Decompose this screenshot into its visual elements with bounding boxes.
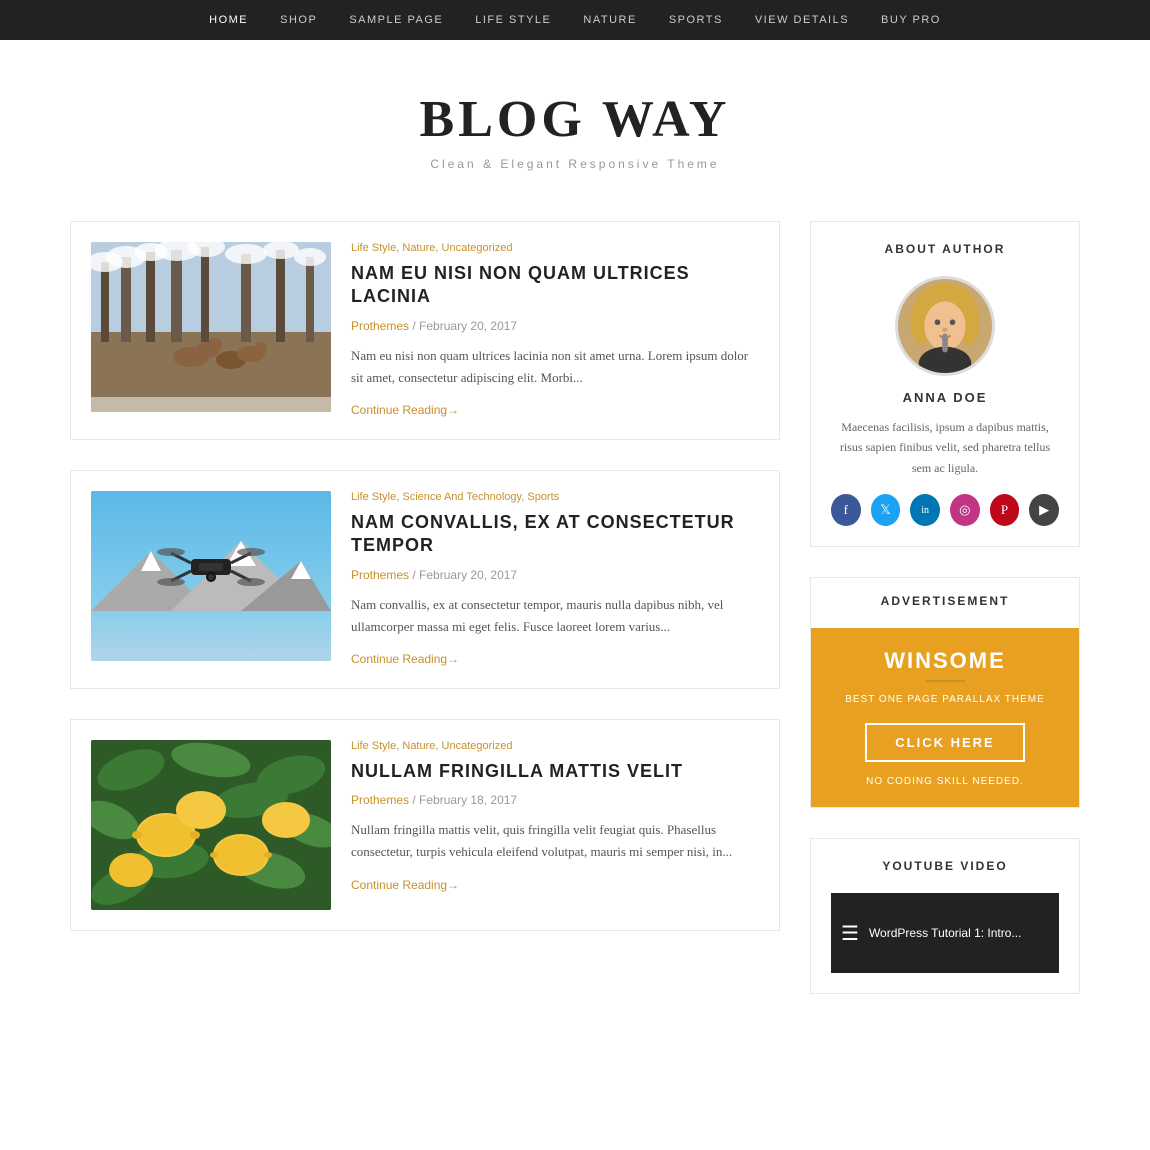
main-navigation: HOME SHOP SAMPLE PAGE LIFE STYLE NATURE … [0,0,1150,40]
sidebar: ABOUT AUTHOR [810,221,1080,1024]
social-icons-group: f 𝕏 in ◎ P ▶ [831,494,1059,526]
advertisement-section: ADVERTISEMENT WINSOME BEST ONE PAGE PARA… [810,577,1080,808]
category-link[interactable]: Life Style [351,242,396,254]
article-image-drone [91,491,331,661]
youtube-video-title: WordPress Tutorial 1: Intro... [869,926,1022,940]
ad-click-here-button[interactable]: CLICK HERE [865,723,1024,762]
author-link[interactable]: Prothemes [351,319,409,333]
continue-reading-link[interactable]: Continue Reading→ [351,878,459,892]
content-wrapper: Life Style, Nature, Uncategorized NAM EU… [50,201,1100,1044]
nav-item-shop[interactable]: SHOP [264,14,333,26]
ad-product-name: WINSOME [831,648,1059,674]
category-link[interactable]: Nature [402,740,435,752]
category-link[interactable]: Uncategorized [442,740,513,752]
youtube-thumbnail[interactable]: ☰ WordPress Tutorial 1: Intro... [831,893,1059,973]
nav-item-view-details[interactable]: VIEW DETAILS [739,14,865,26]
site-title: BLOG WAY [20,90,1130,149]
author-avatar [895,276,995,376]
article-categories: Life Style, Nature, Uncategorized [351,242,759,254]
article-byline: Prothemes / February 20, 2017 [351,319,759,333]
linkedin-icon[interactable]: in [910,494,940,526]
continue-reading-link[interactable]: Continue Reading→ [351,403,459,417]
category-link[interactable]: Life Style [351,491,396,503]
main-content: Life Style, Nature, Uncategorized NAM EU… [70,221,780,1024]
author-link[interactable]: Prothemes [351,568,409,582]
article-date: February 18, 2017 [419,793,517,807]
instagram-icon[interactable]: ◎ [950,494,980,526]
youtube-play-icon[interactable]: ▶ [1029,494,1059,526]
nav-item-nature[interactable]: NATURE [567,14,652,26]
ad-note: NO CODING SKILL NEEDED. [831,776,1059,787]
article-card: Life Style, Nature, Uncategorized NAM EU… [70,221,780,440]
facebook-icon[interactable]: f [831,494,861,526]
ad-tagline: BEST ONE PAGE PARALLAX THEME [831,692,1059,707]
pinterest-icon[interactable]: P [990,494,1020,526]
article-excerpt: Nullam fringilla mattis velit, quis frin… [351,819,759,863]
youtube-video-section: YOUTUBE VIDEO ☰ WordPress Tutorial 1: In… [810,838,1080,994]
article-title[interactable]: NAM EU NISI NON QUAM ULTRICES LACINIA [351,262,759,309]
article-title[interactable]: NAM CONVALLIS, EX AT CONSECTETUR TEMPOR [351,511,759,558]
article-content: Life Style, Nature, Uncategorized NULLAM… [351,740,759,910]
article-title[interactable]: NULLAM FRINGILLA MATTIS VELIT [351,760,759,783]
nav-item-buy-pro[interactable]: BUY PRO [865,14,957,26]
play-icon: ☰ [841,921,859,946]
article-content: Life Style, Science And Technology, Spor… [351,491,759,668]
nav-item-life-style[interactable]: LIFE STYLE [459,14,567,26]
youtube-section-title: YOUTUBE VIDEO [831,859,1059,873]
category-link[interactable]: Sports [527,491,559,503]
article-card: Life Style, Science And Technology, Spor… [70,470,780,689]
author-name: ANNA DOE [831,390,1059,405]
article-image-lemon [91,740,331,910]
category-link[interactable]: Science And Technology [402,491,521,503]
article-card: Life Style, Nature, Uncategorized NULLAM… [70,719,780,931]
about-author-section: ABOUT AUTHOR [810,221,1080,547]
article-date: February 20, 2017 [419,319,517,333]
author-link[interactable]: Prothemes [351,793,409,807]
category-link[interactable]: Uncategorized [442,242,513,254]
site-tagline: Clean & Elegant Responsive Theme [20,157,1130,171]
article-content: Life Style, Nature, Uncategorized NAM EU… [351,242,759,419]
category-link[interactable]: Nature [402,242,435,254]
nav-item-sports[interactable]: SPORTS [653,14,739,26]
article-image-deer [91,242,331,412]
category-link[interactable]: Life Style [351,740,396,752]
author-bio: Maecenas facilisis, ipsum a dapibus matt… [831,417,1059,478]
nav-item-sample-page[interactable]: SAMPLE PAGE [333,14,459,26]
article-date: February 20, 2017 [419,568,517,582]
nav-item-home[interactable]: HOME [193,14,264,26]
article-byline: Prothemes / February 20, 2017 [351,568,759,582]
advertisement-title: ADVERTISEMENT [827,594,1063,608]
article-categories: Life Style, Science And Technology, Spor… [351,491,759,503]
article-categories: Life Style, Nature, Uncategorized [351,740,759,752]
article-excerpt: Nam convallis, ex at consectetur tempor,… [351,594,759,638]
advertisement-box: WINSOME BEST ONE PAGE PARALLAX THEME CLI… [811,628,1079,807]
continue-reading-link[interactable]: Continue Reading→ [351,652,459,666]
about-author-title: ABOUT AUTHOR [831,242,1059,256]
site-header: BLOG WAY Clean & Elegant Responsive Them… [0,40,1150,201]
ad-divider [925,680,965,682]
article-excerpt: Nam eu nisi non quam ultrices lacinia no… [351,345,759,389]
article-byline: Prothemes / February 18, 2017 [351,793,759,807]
twitter-icon[interactable]: 𝕏 [871,494,901,526]
